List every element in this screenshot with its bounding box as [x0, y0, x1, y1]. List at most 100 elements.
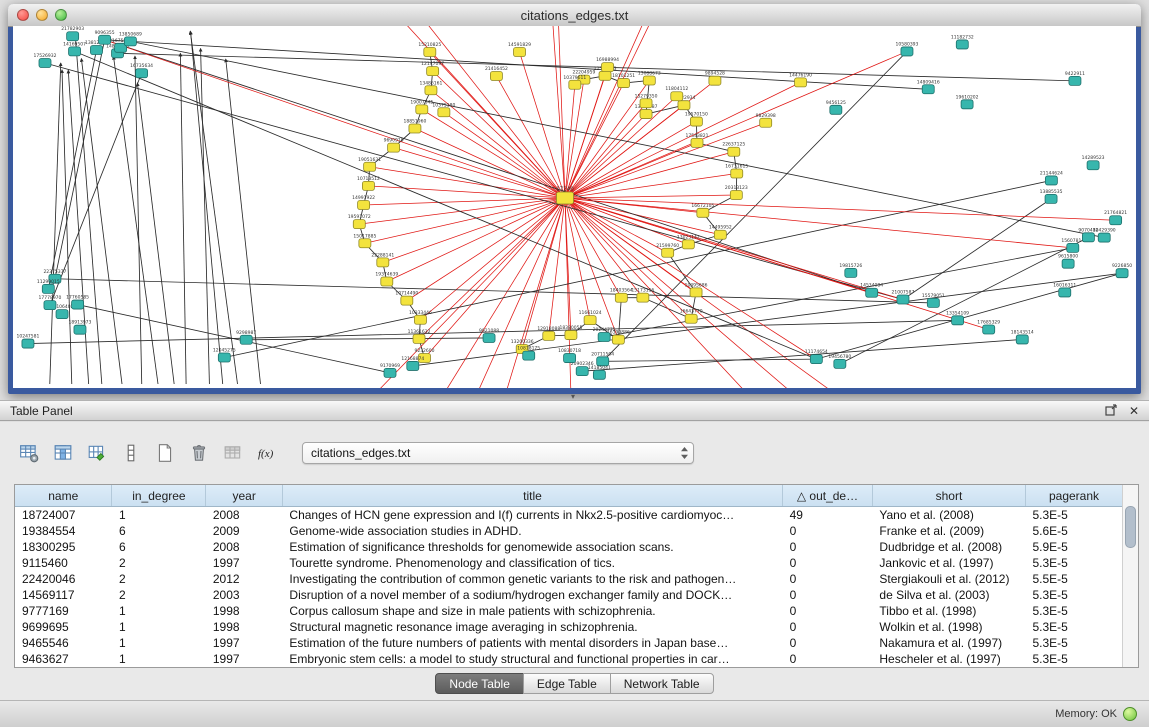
graph-node[interactable]: 16016311	[1053, 282, 1076, 297]
graph-node[interactable]: 11661024	[579, 310, 602, 325]
table-cell[interactable]: 14569117	[15, 587, 112, 603]
table-cell[interactable]: 1997	[206, 555, 283, 571]
table-cell[interactable]: 5.5E-5	[1026, 571, 1123, 587]
graph-node[interactable]: 12147097	[421, 61, 444, 76]
table-cell[interactable]: 2	[112, 555, 206, 571]
table-cell[interactable]: 5.3E-5	[1026, 507, 1123, 524]
column-header-in_degree[interactable]: in_degree	[112, 485, 206, 507]
graph-node[interactable]: 9456125	[826, 100, 846, 115]
table-cell[interactable]: 9465546	[15, 635, 112, 651]
table-cell[interactable]: 2008	[206, 507, 283, 524]
table-cell[interactable]: 5.9E-5	[1026, 539, 1123, 555]
graph-node[interactable]: 15607814	[1061, 238, 1084, 253]
table-cell[interactable]: 5.3E-5	[1026, 603, 1123, 619]
float-panel-button[interactable]	[1105, 404, 1117, 418]
table-cell[interactable]: 1997	[206, 635, 283, 651]
graph-node[interactable]: 15210825	[418, 42, 441, 57]
graph-node[interactable]: 9422911	[1065, 71, 1085, 86]
graph-node[interactable]: 21599760	[656, 243, 679, 258]
table-cell[interactable]: 0	[783, 539, 873, 555]
table-cell[interactable]: 1	[112, 603, 206, 619]
table-cell[interactable]: Estimation of significance thresholds fo…	[282, 539, 782, 555]
graph-node[interactable]: 17240	[556, 187, 574, 205]
table-cell[interactable]: Tibbo et al. (1998)	[872, 603, 1025, 619]
table-cell[interactable]: 9463627	[15, 651, 112, 667]
table-cell[interactable]: 0	[783, 651, 873, 667]
graph-node[interactable]: 20313123	[725, 185, 748, 200]
graph-node[interactable]: 19007845	[410, 99, 433, 114]
table-row[interactable]: 1938455462009Genome-wide association stu…	[15, 523, 1123, 539]
graph-node[interactable]: 19456780	[828, 354, 851, 369]
graph-node[interactable]: 12429390	[1093, 228, 1116, 243]
table-cell[interactable]: 9699695	[15, 619, 112, 635]
table-cell[interactable]: 1998	[206, 619, 283, 635]
graph-node[interactable]: 13885535	[1040, 189, 1063, 204]
table-cell[interactable]: 19384554	[15, 523, 112, 539]
graph-node[interactable]: 16672105	[691, 203, 714, 218]
graph-node[interactable]: 9615800	[1058, 254, 1078, 269]
graph-node[interactable]: 19610202	[956, 94, 979, 109]
table-cell[interactable]: 2012	[206, 571, 283, 587]
table-row[interactable]: 1830029562008Estimation of significance …	[15, 539, 1123, 555]
minimize-window-button[interactable]	[36, 9, 48, 21]
table-cell[interactable]: Dudbridge et al. (2008)	[872, 539, 1025, 555]
table-cell[interactable]: 5.3E-5	[1026, 635, 1123, 651]
table-cell[interactable]: Disruption of a novel member of a sodium…	[282, 587, 782, 603]
table-cell[interactable]: 18300295	[15, 539, 112, 555]
graph-node[interactable]: 16731615	[725, 163, 748, 178]
column-header-pagerank[interactable]: pagerank	[1026, 485, 1123, 507]
graph-node[interactable]: 9894528	[705, 71, 725, 86]
table-row[interactable]: 2242004622012Investigating the contribut…	[15, 571, 1123, 587]
table-scrollbar[interactable]	[1122, 485, 1138, 667]
table-mode-button[interactable]	[14, 439, 44, 467]
graph-node[interactable]: 19570150	[685, 112, 708, 127]
graph-node[interactable]: 10395686	[685, 282, 708, 297]
table-cell[interactable]: Structural magnetic resonance image aver…	[282, 619, 782, 635]
graph-node[interactable]: 11174654	[805, 349, 828, 364]
column-header-short[interactable]: short	[872, 485, 1025, 507]
table-row[interactable]: 977716911998Corpus callosum shape and si…	[15, 603, 1123, 619]
table-cell[interactable]: 0	[783, 603, 873, 619]
edit-columns-button[interactable]	[82, 439, 112, 467]
graph-node[interactable]: 12045275	[213, 348, 236, 363]
table-cell[interactable]: 5.3E-5	[1026, 555, 1123, 571]
graph-node[interactable]: 13088673	[638, 70, 661, 85]
graph-node[interactable]: 18143514	[1011, 329, 1034, 344]
column-header-name[interactable]: name	[15, 485, 112, 507]
graph-node[interactable]: 19591072	[348, 214, 371, 229]
graph-node[interactable]: 11361632	[408, 329, 431, 344]
tab-node-table[interactable]: Node Table	[435, 673, 524, 694]
graph-node[interactable]: 11182732	[951, 34, 974, 49]
graph-node[interactable]: 9298987	[236, 330, 256, 345]
table-cell[interactable]: 5.3E-5	[1026, 587, 1123, 603]
table-cell[interactable]: Jankovic et al. (1997)	[872, 555, 1025, 571]
table-cell[interactable]: 6	[112, 539, 206, 555]
graph-node[interactable]: 9921088	[479, 328, 499, 343]
table-cell[interactable]: Embryonic stem cells: a model to study s…	[282, 651, 782, 667]
table-cell[interactable]: Franke et al. (2009)	[872, 523, 1025, 539]
table-cell[interactable]: 1	[112, 619, 206, 635]
graph-node[interactable]: 19051631	[358, 157, 381, 172]
table-row[interactable]: 946554611997Estimation of the future num…	[15, 635, 1123, 651]
graph-node[interactable]: 14991922	[352, 195, 375, 210]
show-columns-button[interactable]	[48, 439, 78, 467]
table-row[interactable]: 911546021997Tourette syndrome. Phenomeno…	[15, 555, 1123, 571]
table-cell[interactable]: Yano et al. (2008)	[872, 507, 1025, 524]
table-cell[interactable]: 2	[112, 571, 206, 587]
graph-node[interactable]: 10375180	[432, 102, 455, 117]
table-cell[interactable]: 5.6E-5	[1026, 523, 1123, 539]
graph-node[interactable]: 18913973	[69, 320, 92, 335]
graph-node[interactable]: 18380055	[559, 325, 582, 340]
table-cell[interactable]: 0	[783, 555, 873, 571]
close-window-button[interactable]	[17, 9, 29, 21]
table-cell[interactable]: 1	[112, 507, 206, 524]
table-cell[interactable]: 2	[112, 587, 206, 603]
graph-node[interactable]: 14289523	[1082, 155, 1105, 170]
table-cell[interactable]: Tourette syndrome. Phenomenology and cla…	[282, 555, 782, 571]
graph-node[interactable]: 14809416	[917, 79, 940, 94]
table-cell[interactable]: Corpus callosum shape and size in male p…	[282, 603, 782, 619]
table-cell[interactable]: Stergiakouli et al. (2012)	[872, 571, 1025, 587]
import-table-button[interactable]	[218, 439, 248, 467]
table-cell[interactable]: 1	[112, 651, 206, 667]
table-cell[interactable]: 1	[112, 635, 206, 651]
